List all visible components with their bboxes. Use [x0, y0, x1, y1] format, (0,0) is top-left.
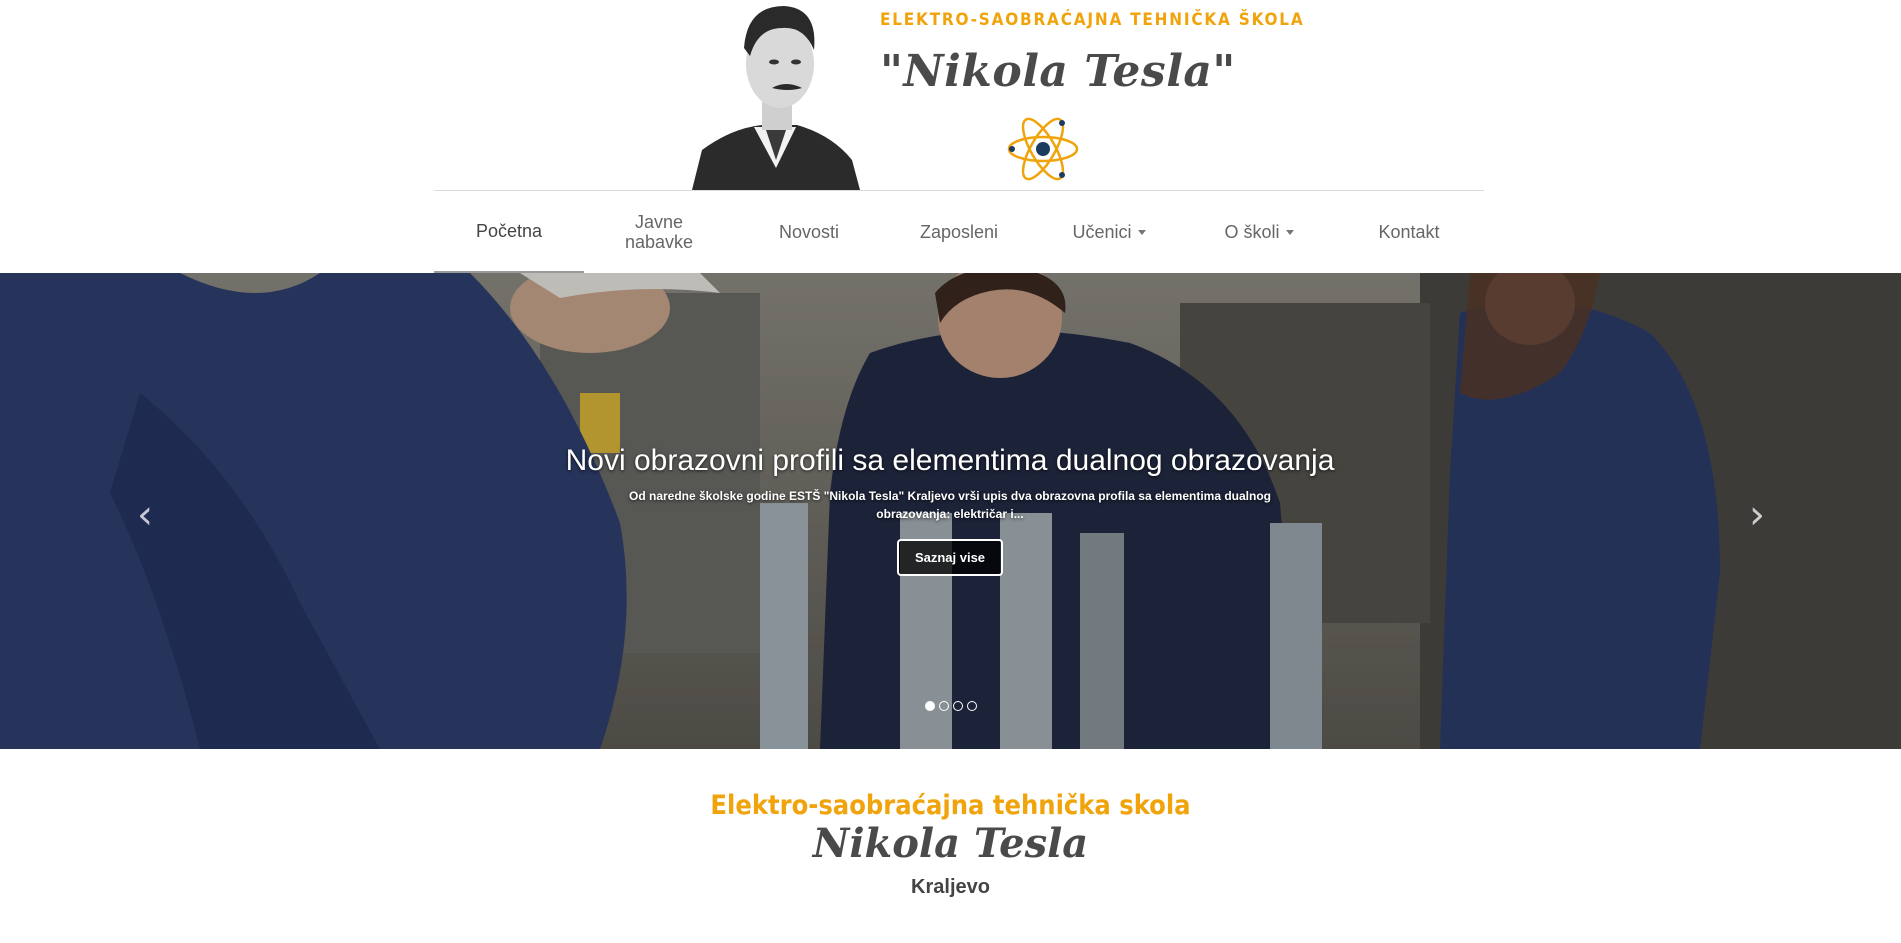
- slide-title: Novi obrazovni profili sa elementima dua…: [565, 444, 1335, 477]
- carousel-dot-2[interactable]: [938, 701, 949, 711]
- main-navigation: Početna Javne nabavke Novosti Zaposleni …: [434, 190, 1484, 273]
- tesla-portrait: [692, 6, 860, 190]
- school-name-heading: Nikola Tesla: [812, 820, 1089, 867]
- carousel-indicators: [0, 701, 1901, 711]
- nav-label: O školi: [1224, 222, 1280, 242]
- nav-novosti[interactable]: Novosti: [734, 191, 884, 273]
- nav-label: Zaposleni: [919, 222, 999, 242]
- atom-icon: [1007, 117, 1079, 181]
- nav-label: Javne nabavke: [624, 212, 694, 252]
- school-type-heading: Elektro-saobraćajna tehnička skola: [710, 790, 1191, 821]
- nav-label: Učenici: [1072, 222, 1132, 242]
- caret-down-icon: [1285, 229, 1294, 235]
- site-banner: ELEKTRO-SAOBRAĆAJNA TEHNIČKA ŠKOLA "Niko…: [0, 0, 1901, 190]
- nav-ucenici-dropdown[interactable]: Učenici: [1034, 191, 1184, 273]
- nav-label: Novosti: [778, 222, 840, 242]
- nav-pocetna[interactable]: Početna: [434, 191, 584, 273]
- carousel-dot-3[interactable]: [952, 701, 963, 711]
- slide-description: Od naredne školske godine ESTŠ "Nikola T…: [628, 489, 1271, 521]
- nav-label: Početna: [475, 221, 543, 241]
- chevron-left-icon[interactable]: ‹: [130, 495, 160, 535]
- carousel-dot-4[interactable]: [966, 701, 977, 711]
- nav-label: Kontakt: [1378, 222, 1440, 242]
- nav-javne-nabavke[interactable]: Javne nabavke: [584, 191, 734, 273]
- school-title-section: Elektro-saobraćajna tehnička skola Nikol…: [0, 790, 1901, 899]
- slide-caption: Novi obrazovni profili sa elementima dua…: [450, 443, 1450, 576]
- nav-zaposleni[interactable]: Zaposleni: [884, 191, 1034, 273]
- read-more-button[interactable]: Saznaj vise: [896, 539, 1004, 576]
- school-city: Kraljevo: [911, 876, 990, 898]
- nav-kontakt[interactable]: Kontakt: [1334, 191, 1484, 273]
- school-tagline: ELEKTRO-SAOBRAĆAJNA TEHNIČKA ŠKOLA: [880, 10, 1305, 30]
- hero-carousel: Novi obrazovni profili sa elementima dua…: [0, 273, 1901, 749]
- chevron-right-icon[interactable]: ›: [1742, 495, 1772, 535]
- school-name-logo: "Nikola Tesla": [880, 46, 1236, 97]
- carousel-dot-1[interactable]: [924, 701, 935, 711]
- nav-o-skoli-dropdown[interactable]: O školi: [1184, 191, 1334, 273]
- caret-down-icon: [1137, 229, 1146, 235]
